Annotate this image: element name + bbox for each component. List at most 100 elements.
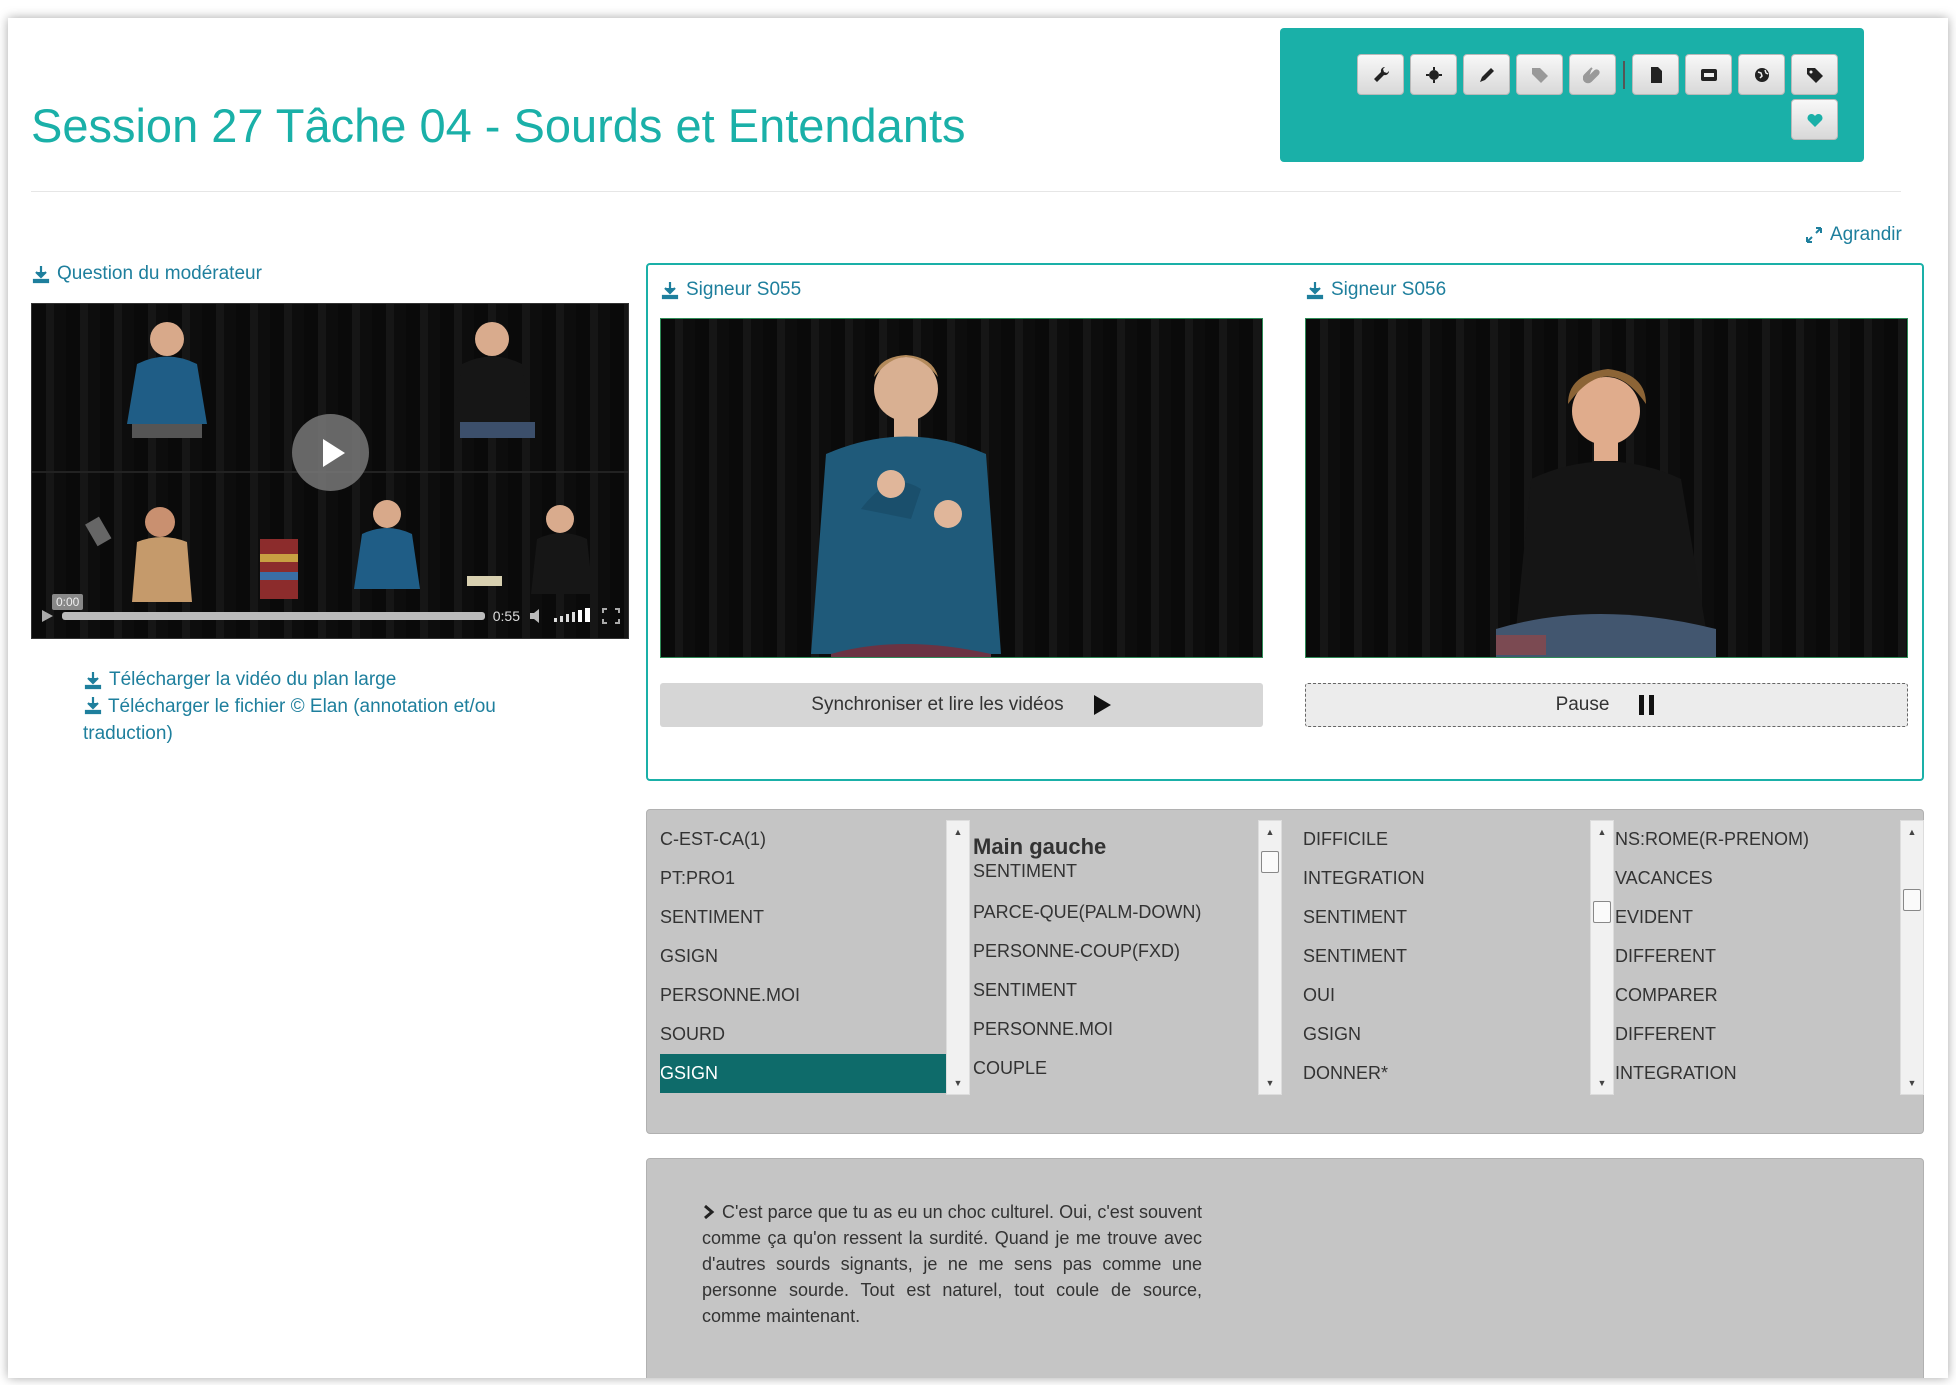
list-item[interactable]: EVIDENT: [1615, 898, 1901, 937]
scroll-down-icon[interactable]: ▼: [1259, 1074, 1281, 1092]
list-item[interactable]: PT:PRO1: [660, 859, 946, 898]
pause-button[interactable]: Pause: [1305, 683, 1908, 727]
gloss-column-4[interactable]: NS:ROME(R-PRENOM) VACANCES EVIDENT DIFFE…: [1615, 820, 1901, 1095]
list-item[interactable]: C-EST-CA(1): [660, 820, 946, 859]
signer-s056-figure: [1496, 369, 1716, 657]
list-item[interactable]: OUI: [1303, 976, 1589, 1015]
download-icon: [84, 697, 102, 715]
video-duration: 0:55: [492, 608, 520, 624]
pause-icon: [1639, 695, 1655, 715]
scroll-down-icon[interactable]: ▼: [947, 1074, 969, 1092]
video-controls: 0:55: [40, 604, 620, 628]
list-item[interactable]: PERSONNE.MOI: [973, 1010, 1259, 1049]
list-item[interactable]: DIFFICILE: [1303, 820, 1589, 859]
play-small-icon[interactable]: [40, 609, 54, 623]
expand-label: Agrandir: [1830, 224, 1902, 245]
list-item[interactable]: SENTIMENT: [660, 898, 946, 937]
volume-icon[interactable]: [528, 608, 546, 624]
list-item[interactable]: VACANCES: [1615, 859, 1901, 898]
scroll-up-icon[interactable]: ▲: [1901, 823, 1923, 841]
list-item[interactable]: INTEGRATION: [1615, 1054, 1901, 1093]
scroll-up-icon[interactable]: ▲: [1259, 823, 1281, 841]
list-item[interactable]: DONNER*: [1303, 1054, 1589, 1093]
list-item[interactable]: COUPLE: [973, 1049, 1259, 1088]
signer-s055-figure: [811, 355, 1001, 657]
list-item[interactable]: DIFFERENT: [1615, 937, 1901, 976]
gloss-column-1-scrollbar[interactable]: ▲ ▼: [946, 820, 970, 1095]
gloss-column-3[interactable]: DIFFICILE INTEGRATION SENTIMENT SENTIMEN…: [1303, 820, 1589, 1095]
scroll-up-icon[interactable]: ▲: [947, 823, 969, 841]
list-item[interactable]: DIFFERENT: [1615, 1015, 1901, 1054]
paperclip-icon[interactable]: [1569, 54, 1616, 95]
moderator-question-link[interactable]: Question du modérateur: [31, 263, 262, 285]
list-item[interactable]: GSIGN: [1303, 1015, 1589, 1054]
list-item[interactable]: SENTIMENT: [973, 860, 1259, 893]
download-video-label: Télécharger la vidéo du plan large: [109, 669, 397, 690]
signer-s055-video[interactable]: [660, 318, 1263, 658]
list-item[interactable]: SENTIMENT: [1303, 937, 1589, 976]
tag-icon[interactable]: [1516, 54, 1563, 95]
download-icon: [1306, 282, 1324, 300]
pencil-icon[interactable]: [1463, 54, 1510, 95]
scroll-thumb[interactable]: [1903, 889, 1921, 911]
toolbar-divider: [1623, 61, 1625, 89]
list-item[interactable]: SENTIMENT: [973, 971, 1259, 1010]
circle-icon[interactable]: [1410, 54, 1457, 95]
fullscreen-icon[interactable]: [602, 608, 620, 624]
list-item[interactable]: PERSONNE.MOI: [660, 976, 946, 1015]
signer-s056-label: Signeur S056: [1331, 279, 1447, 300]
video-progress-bar[interactable]: [62, 612, 485, 620]
download-video-link[interactable]: Télécharger la vidéo du plan large: [83, 666, 553, 693]
gloss-column-2-scrollbar[interactable]: ▲ ▼: [1258, 820, 1282, 1095]
file-icon[interactable]: [1632, 54, 1679, 95]
list-item[interactable]: SENTIMENT: [1303, 898, 1589, 937]
toolbar: [1280, 28, 1864, 162]
wrench-icon[interactable]: [1357, 54, 1404, 95]
globe-icon[interactable]: [1738, 54, 1785, 95]
list-item[interactable]: PARCE-QUE(PALM-DOWN): [973, 893, 1259, 932]
page-frame: Session 27 Tâche 04 - Sourds et Entendan…: [8, 18, 1948, 1378]
sync-play-button[interactable]: Synchroniser et lire les vidéos: [660, 683, 1263, 727]
downloads-list: Télécharger la vidéo du plan large Téléc…: [83, 666, 553, 747]
moderator-video[interactable]: 0:55 0:00: [31, 303, 629, 639]
gloss-column-1[interactable]: C-EST-CA(1) PT:PRO1 SENTIMENT GSIGN PERS…: [660, 820, 946, 1095]
sync-play-label: Synchroniser et lire les vidéos: [811, 694, 1064, 715]
translation-text: C'est parce que tu as eu un choc culture…: [702, 1202, 1202, 1326]
list-item-selected[interactable]: GSIGN: [660, 1054, 946, 1093]
play-icon: [1093, 695, 1111, 715]
gloss-panel: C-EST-CA(1) PT:PRO1 SENTIMENT GSIGN PERS…: [646, 809, 1924, 1134]
list-item[interactable]: PERSONNE-COUP(FXD): [973, 932, 1259, 971]
column-title: Main gauche: [973, 834, 1107, 859]
current-time-tooltip: 0:00: [52, 594, 84, 610]
moderator-question-label: Question du modérateur: [57, 263, 262, 284]
heart-icon[interactable]: [1791, 99, 1838, 140]
pause-label: Pause: [1555, 694, 1610, 715]
signer-s056-link[interactable]: Signeur S056: [1305, 279, 1446, 301]
subtitles-icon[interactable]: [1685, 54, 1732, 95]
list-item[interactable]: NS:ROME(R-PRENOM): [1615, 820, 1901, 859]
download-icon: [661, 282, 679, 300]
volume-bars-icon[interactable]: [554, 608, 594, 624]
translation-panel: C'est parce que tu as eu un choc culture…: [646, 1158, 1924, 1378]
signer-s055-label: Signeur S055: [686, 279, 802, 300]
list-item[interactable]: GSIGN: [660, 937, 946, 976]
scroll-thumb[interactable]: [1261, 851, 1279, 873]
play-button[interactable]: [292, 414, 369, 491]
list-item[interactable]: INTEGRATION: [1303, 859, 1589, 898]
tags-icon[interactable]: [1791, 54, 1838, 95]
gloss-column-4-scrollbar[interactable]: ▲ ▼: [1900, 820, 1924, 1095]
expand-link[interactable]: Agrandir: [1804, 224, 1902, 246]
download-icon: [84, 671, 102, 689]
download-elan-label: Télécharger le fichier © Elan (annotatio…: [83, 696, 496, 744]
translation-text-block: C'est parce que tu as eu un choc culture…: [702, 1199, 1202, 1329]
gloss-column-2[interactable]: Main gauche SENTIMENT PARCE-QUE(PALM-DOW…: [973, 820, 1259, 1095]
title-divider: [31, 191, 1901, 192]
scroll-down-icon[interactable]: ▼: [1901, 1074, 1923, 1092]
signer-s056-video[interactable]: [1305, 318, 1908, 658]
signer-s055-link[interactable]: Signeur S055: [660, 279, 801, 301]
list-item[interactable]: COMPARER: [1615, 976, 1901, 1015]
list-item[interactable]: SOURD: [660, 1015, 946, 1054]
signers-panel: Signeur S055 Signeur S056 Synchroniser e…: [646, 263, 1924, 781]
download-elan-link[interactable]: Télécharger le fichier © Elan (annotatio…: [83, 693, 553, 747]
download-icon: [32, 266, 50, 284]
